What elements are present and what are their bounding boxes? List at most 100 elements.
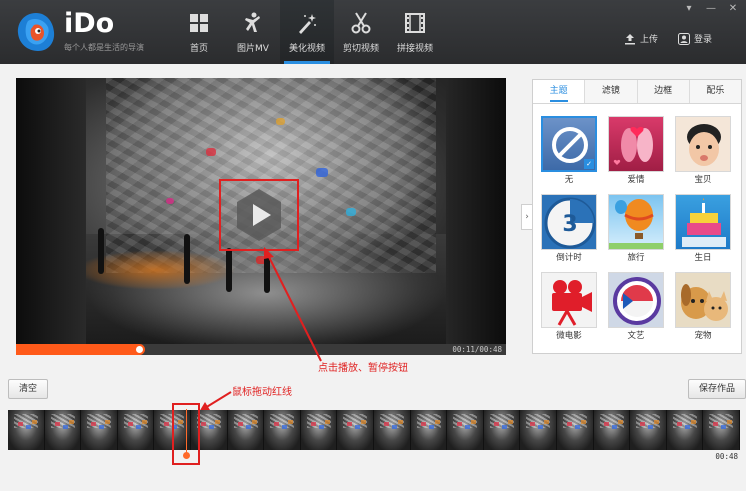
progress-fill (16, 344, 139, 355)
theme-thumbnail: ✓ (541, 116, 597, 172)
video-frame-dancer (184, 234, 190, 284)
nav-join-video[interactable]: 拼接视频 (388, 0, 442, 64)
timeline-frame (227, 410, 265, 450)
theme-thumbnail (541, 272, 597, 328)
clear-button[interactable]: 清空 (8, 379, 49, 399)
theme-thumbnail (675, 194, 731, 250)
user-icon (678, 32, 690, 45)
video-frame-spot (276, 118, 285, 125)
effects-tabs: 主题 滤镜 边框 配乐 (533, 80, 741, 104)
art-icon (613, 277, 661, 325)
timeline-frame (483, 410, 521, 450)
timeline-playhead[interactable] (186, 409, 187, 455)
close-button[interactable]: ✕ (728, 4, 738, 14)
theme-thumbnail (608, 116, 664, 172)
theme-label: 文艺 (627, 331, 645, 341)
theme-pet[interactable]: 宠物 (675, 272, 731, 348)
play-button[interactable] (235, 187, 283, 243)
theme-none[interactable]: ✓ 无 (541, 116, 597, 192)
play-button-highlight (219, 179, 299, 251)
theme-travel[interactable]: 旅行 (608, 194, 664, 270)
timeline-frame (117, 410, 155, 450)
progress-knob[interactable] (133, 344, 145, 355)
theme-baby[interactable]: 宝贝 (675, 116, 731, 192)
theme-birthday[interactable]: 生日 (675, 194, 731, 270)
tab-theme[interactable]: 主题 (533, 80, 586, 103)
playhead-handle[interactable] (183, 452, 190, 459)
theme-label: 微电影 (556, 331, 582, 341)
tab-label: 主题 (549, 86, 568, 102)
theme-label: 旅行 (627, 253, 645, 263)
save-work-button[interactable]: 保存作品 (688, 379, 746, 399)
theme-thumbnail (675, 116, 731, 172)
nav-photo-mv[interactable]: 图片MV (226, 0, 280, 64)
ido-logo-icon (17, 13, 55, 51)
app-header: iDo 每个人都是生活的导演 首页 图片MV 美化视频 剪切视频 拼接视频 ▾ … (0, 0, 746, 64)
theme-love[interactable]: 爱情 (608, 116, 664, 192)
timeline-duration: 00:48 (715, 452, 738, 461)
theme-label: 生日 (694, 253, 712, 263)
theme-label: 宠物 (694, 331, 712, 341)
countdown-icon: 3 (544, 197, 596, 249)
selected-check-icon: ✓ (584, 159, 594, 169)
timeline-frame (593, 410, 631, 450)
collapse-panel-button[interactable]: › (521, 204, 532, 230)
timeline-frame (373, 410, 411, 450)
theme-grid: ✓ 无 爱情 宝贝 3 倒计时 旅行 生日 微电影 文艺 宠物 (541, 116, 737, 348)
film-strip-icon (405, 13, 425, 33)
theme-micro-film[interactable]: 微电影 (541, 272, 597, 348)
nav-home[interactable]: 首页 (172, 0, 226, 64)
playback-time: 00:11/00:48 (452, 345, 502, 354)
main-area: 00:11/00:48 点击播放、暂停按钮 › 主题 滤镜 边框 配乐 ✓ 无 … (0, 64, 746, 491)
nav-label: 剪切视频 (342, 44, 379, 54)
video-frame-spot (206, 148, 216, 156)
video-frame-dancer (226, 248, 232, 292)
theme-label: 无 (564, 175, 574, 185)
tab-border[interactable]: 边框 (638, 80, 690, 103)
timeline-frame (81, 410, 118, 450)
timeline-strip[interactable] (8, 410, 740, 450)
login-label: 登录 (694, 35, 713, 45)
upload-link[interactable]: 上传 (624, 32, 658, 45)
theme-art[interactable]: 文艺 (608, 272, 664, 348)
theme-countdown[interactable]: 3 倒计时 (541, 194, 597, 270)
timeline-frame (264, 410, 301, 450)
timeline-frame (447, 410, 484, 450)
dancer-icon (245, 12, 260, 32)
love-icon (613, 126, 653, 165)
theme-thumbnail (608, 272, 664, 328)
drag-hint-annotation: 鼠标拖动红线 (232, 387, 292, 398)
timeline-frame (520, 410, 557, 450)
tab-music[interactable]: 配乐 (690, 80, 741, 103)
nav-beautify-video[interactable]: 美化视频 (280, 0, 334, 64)
app-name: iDo (64, 8, 115, 39)
timeline-frame (8, 410, 45, 450)
minimize-button[interactable]: — (706, 4, 716, 14)
upload-label: 上传 (640, 35, 659, 45)
birthday-cake-icon (682, 198, 726, 247)
menu-button[interactable]: ▾ (684, 4, 694, 14)
scissors-icon (351, 12, 371, 34)
tab-label: 配乐 (706, 86, 725, 96)
timeline-frame (630, 410, 667, 450)
movie-camera-icon (552, 280, 592, 326)
nav-label: 美化视频 (288, 44, 325, 54)
tab-filter[interactable]: 滤镜 (585, 80, 638, 103)
window-controls: ▾ — ✕ (684, 4, 738, 14)
nav-cut-video[interactable]: 剪切视频 (334, 0, 388, 64)
play-hint-annotation: 点击播放、暂停按钮 (318, 363, 408, 374)
theme-thumbnail (608, 194, 664, 250)
tab-label: 滤镜 (601, 86, 620, 96)
grid-icon (190, 14, 208, 32)
baby-icon (687, 124, 721, 166)
timeline-frame (44, 410, 82, 450)
login-link[interactable]: 登录 (678, 32, 712, 45)
balloon-icon (609, 199, 663, 249)
playhead-highlight (172, 403, 200, 465)
effects-panel: 主题 滤镜 边框 配乐 ✓ 无 爱情 宝贝 3 倒计时 旅行 生日 微电影 文艺… (532, 79, 742, 354)
theme-thumbnail (675, 272, 731, 328)
annotation-arrow (264, 247, 322, 362)
timeline-frame (300, 410, 338, 450)
app-slogan: 每个人都是生活的导演 (64, 43, 144, 52)
magic-wand-icon (299, 14, 316, 34)
